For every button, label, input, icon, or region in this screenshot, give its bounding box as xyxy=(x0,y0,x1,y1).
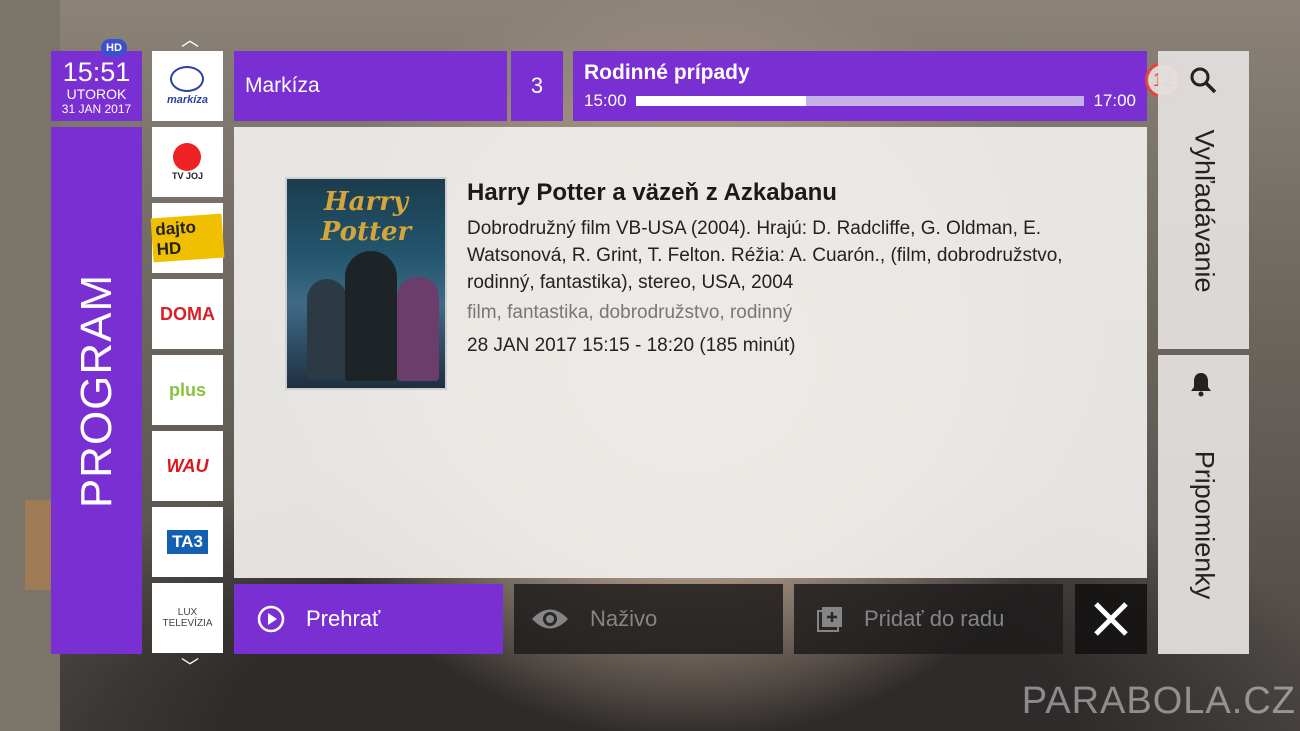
progress-bar xyxy=(635,96,1085,106)
program-menu-button[interactable]: PROGRAM xyxy=(51,127,142,654)
channel-item-wau[interactable]: WAU xyxy=(152,431,223,501)
program-label: PROGRAM xyxy=(71,273,121,508)
hd-badge: HD xyxy=(101,39,127,57)
close-button[interactable] xyxy=(1075,584,1147,654)
search-label: Vyhľadávanie xyxy=(1189,129,1219,293)
ta3-logo: TA3 xyxy=(167,530,208,554)
bell-icon xyxy=(1188,371,1214,402)
background-shelf xyxy=(25,500,53,590)
channel-item-lux[interactable]: LUX TELEVÍZIA xyxy=(152,583,223,653)
channel-item-plus[interactable]: plus xyxy=(152,355,223,425)
dajto-logo: dajto HD xyxy=(150,213,225,263)
markiza-logo: markíza xyxy=(167,66,208,106)
clock-panel: 15:51 UTOROK 31 JAN 2017 xyxy=(51,51,142,121)
eye-icon xyxy=(530,606,570,632)
channel-item-markiza[interactable]: markíza xyxy=(152,51,223,121)
lux-logo: LUX TELEVÍZIA xyxy=(162,607,213,629)
chevron-up-icon[interactable]: ︿ xyxy=(168,31,212,49)
live-label: Naživo xyxy=(590,606,658,631)
channel-item-joj[interactable]: TV JOJ xyxy=(152,127,223,197)
now-playing-start: 15:00 xyxy=(584,91,627,110)
play-button[interactable]: Prehrať xyxy=(234,584,503,654)
clock-day: UTOROK xyxy=(66,86,127,102)
reminders-panel-button[interactable]: Pripomienky xyxy=(1158,355,1249,654)
channel-item-doma[interactable]: DOMA xyxy=(152,279,223,349)
program-title: Harry Potter a väzeň z Azkabanu xyxy=(467,179,837,206)
program-description: Dobrodružný film VB-USA (2004). Hrajú: D… xyxy=(467,218,1063,293)
progress-fill xyxy=(635,96,807,106)
chevron-down-icon[interactable]: ﹀ xyxy=(168,658,212,676)
close-icon xyxy=(1092,600,1130,638)
channel-label: markíza xyxy=(167,94,208,106)
watermark: PARABOLA.CZ xyxy=(1021,680,1296,722)
queue-label: Pridať do radu xyxy=(864,606,1005,631)
reminders-label: Pripomienky xyxy=(1189,450,1219,600)
live-button[interactable]: Naživo xyxy=(514,584,783,654)
poster-title: Harry Potter xyxy=(320,187,412,247)
program-schedule: 28 JAN 2017 15:15 - 18:20 (185 minút) xyxy=(467,335,796,356)
play-icon xyxy=(256,604,286,634)
channel-list: markíza TV JOJ dajto HD DOMA plus WAU TA… xyxy=(150,51,225,659)
channel-label: TV JOJ xyxy=(171,171,203,181)
program-details-panel: Harry Potter Harry Potter a väzeň z Azka… xyxy=(234,127,1147,578)
clock-date: 31 JAN 2017 xyxy=(61,102,132,116)
current-channel-number: 3 xyxy=(511,51,563,121)
program-genres: film, fantastika, dobrodružstvo, rodinný xyxy=(467,302,793,323)
queue-add-icon xyxy=(816,605,844,633)
play-label: Prehrať xyxy=(306,606,381,631)
joj-logo: TV JOJ xyxy=(172,143,203,181)
clock-time: 15:51 xyxy=(62,57,131,87)
search-icon xyxy=(1188,65,1218,100)
search-panel-button[interactable]: Vyhľadávanie xyxy=(1158,51,1249,349)
current-channel-name: Markíza xyxy=(234,51,507,121)
now-playing-title: Rodinné prípady xyxy=(584,61,750,84)
wau-logo: WAU xyxy=(166,455,209,476)
movie-poster: Harry Potter xyxy=(285,177,447,390)
channel-item-dajto[interactable]: dajto HD xyxy=(150,203,225,273)
now-playing-bar[interactable]: Rodinné prípady 15:00 17:00 xyxy=(573,51,1147,121)
channel-item-ta3[interactable]: TA3 xyxy=(152,507,223,577)
doma-logo: DOMA xyxy=(160,303,215,324)
plus-logo: plus xyxy=(168,379,206,400)
add-to-queue-button[interactable]: Pridať do radu xyxy=(794,584,1063,654)
now-playing-end: 17:00 xyxy=(1093,91,1136,110)
